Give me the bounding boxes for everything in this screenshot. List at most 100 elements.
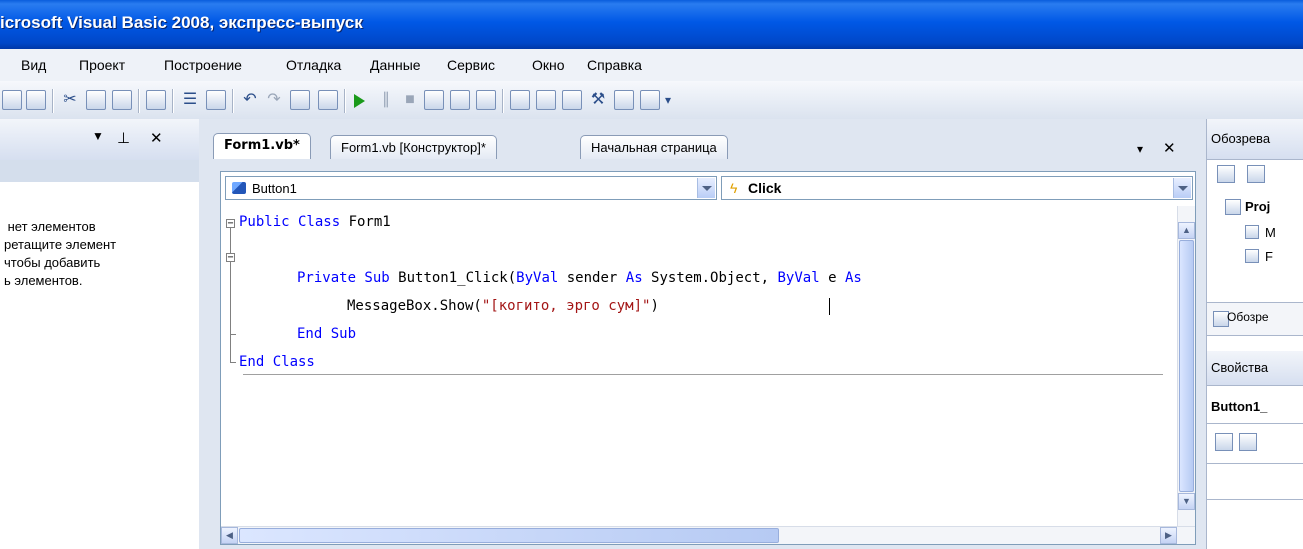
scroll-left-button[interactable]: ◀ <box>221 527 238 544</box>
menu-help[interactable]: Справка <box>587 57 642 73</box>
navigation-bar: Button1 ϟ Click <box>221 172 1195 206</box>
horizontal-scrollbar[interactable]: ◀ ▶ <box>221 526 1195 544</box>
scroll-up-button[interactable]: ▲ <box>1178 222 1195 239</box>
text-caret <box>829 298 830 315</box>
project-node[interactable]: Proj <box>1245 199 1270 214</box>
toolbar-separator <box>232 89 234 113</box>
toolbox-header: ▼ ⊥ ✕ <box>0 119 199 161</box>
my-project-icon <box>1245 225 1259 239</box>
toolbox-panel: ▼ ⊥ ✕ нет элементов ретащите элемент что… <box>0 119 199 549</box>
divider <box>1207 423 1303 424</box>
properties-title: Свойства <box>1211 360 1269 375</box>
step-into-icon[interactable] <box>424 90 444 110</box>
toolbar-separator <box>138 89 140 113</box>
outline-line <box>230 228 231 253</box>
menu-window[interactable]: Окно <box>532 57 565 73</box>
undo-icon[interactable]: ↶ <box>240 90 260 110</box>
horizontal-scroll-thumb[interactable] <box>239 528 779 543</box>
outline-line <box>230 262 231 362</box>
properties-object-selector[interactable]: Button1_ <box>1211 399 1267 414</box>
solution-explorer-title: Обозрева <box>1211 131 1271 146</box>
tree-item-my-project[interactable]: M <box>1265 225 1276 240</box>
outline-end-class <box>230 362 236 363</box>
alphabetical-icon[interactable] <box>1239 433 1257 451</box>
object-browser-icon[interactable] <box>562 90 582 110</box>
document-list-dropdown-icon[interactable]: ▾ <box>1137 142 1143 156</box>
scroll-right-button[interactable]: ▶ <box>1160 527 1177 544</box>
cut-icon[interactable]: ✂ <box>60 90 80 110</box>
vertical-scrollbar[interactable]: ▲ ▼ <box>1177 206 1195 528</box>
toolbar-overflow-icon[interactable]: ▾ <box>662 90 674 110</box>
menu-data[interactable]: Данные <box>370 57 421 73</box>
outline-end-sub <box>230 334 236 335</box>
vertical-scroll-thumb[interactable] <box>1179 240 1194 492</box>
method-name-combo[interactable]: ϟ Click <box>721 176 1193 200</box>
comment-icon[interactable]: ☰ <box>180 90 200 110</box>
class-name-value: Button1 <box>252 181 297 196</box>
event-icon: ϟ <box>730 180 738 196</box>
show-all-files-icon[interactable] <box>1217 165 1235 183</box>
toolbar-separator <box>172 89 174 113</box>
save-icon[interactable] <box>2 90 22 110</box>
pause-icon[interactable]: ∥ <box>376 90 396 110</box>
tab-start-page[interactable]: Начальная страница <box>580 135 728 159</box>
collapse-class-icon[interactable]: − <box>226 219 235 229</box>
method-name-value: Click <box>748 180 782 196</box>
scroll-down-button[interactable]: ▼ <box>1178 493 1195 510</box>
chevron-down-icon[interactable] <box>697 178 715 198</box>
tab-form1-designer[interactable]: Form1.vb [Конструктор]* <box>330 135 497 159</box>
solution-explorer-icon[interactable] <box>510 90 530 110</box>
chevron-down-icon[interactable]: ▼ <box>92 129 104 143</box>
stop-icon[interactable]: ■ <box>400 90 420 110</box>
menu-debug[interactable]: Отладка <box>286 57 341 73</box>
procedure-separator <box>243 374 1163 375</box>
toolbar-separator <box>52 89 54 113</box>
navigate-icon[interactable] <box>290 90 310 110</box>
code-line-6: End Class <box>239 354 315 370</box>
title-bar[interactable]: icrosoft Visual Basic 2008, экспресс-вып… <box>0 0 1303 49</box>
solution-explorer-tab[interactable]: Обозре <box>1207 302 1303 336</box>
toolbox-icon[interactable]: ⚒ <box>588 90 608 110</box>
navigate-forward-icon[interactable] <box>318 90 338 110</box>
collapse-sub-icon[interactable]: − <box>226 253 235 263</box>
solution-explorer-header: Обозрева <box>1207 119 1303 160</box>
paste-icon[interactable] <box>112 90 132 110</box>
menu-project[interactable]: Проект <box>79 57 125 73</box>
save-all-icon[interactable] <box>26 90 46 110</box>
window-title: icrosoft Visual Basic 2008, экспресс-вып… <box>0 13 363 32</box>
tab-form1-code[interactable]: Form1.vb* <box>213 133 311 159</box>
code-line-5: End Sub <box>297 326 357 342</box>
class-icon <box>232 182 246 194</box>
properties-header: Свойства <box>1207 351 1303 386</box>
project-icon <box>1225 199 1241 215</box>
refresh-icon[interactable] <box>1247 165 1265 183</box>
error-list-icon[interactable] <box>614 90 634 110</box>
standard-toolbar: ✂ ☰ ↶ ↷ ∥ ■ ⚒ ▾ <box>0 81 1303 120</box>
properties-icon[interactable] <box>536 90 556 110</box>
immediate-window-icon[interactable] <box>640 90 660 110</box>
categorized-icon[interactable] <box>1215 433 1233 451</box>
uncomment-icon[interactable] <box>206 90 226 110</box>
step-over-icon[interactable] <box>450 90 470 110</box>
code-line-3: Private Sub Button1_Click(ByVal sender A… <box>297 270 862 286</box>
tree-item-form1[interactable]: F <box>1265 249 1273 264</box>
divider <box>1207 463 1303 464</box>
pin-icon[interactable]: ⊥ <box>117 129 130 147</box>
document-close-icon[interactable]: ✕ <box>1163 139 1176 157</box>
menu-view[interactable]: Вид <box>21 57 46 73</box>
code-editor[interactable]: Button1 ϟ Click − − Public Class Form1 P… <box>220 171 1196 545</box>
start-debugging-icon[interactable] <box>354 94 365 108</box>
toolbar-separator <box>502 89 504 113</box>
chevron-down-icon[interactable] <box>1173 178 1191 198</box>
solution-explorer-tab-label: Обозре <box>1227 310 1269 324</box>
find-icon[interactable] <box>146 90 166 110</box>
copy-icon[interactable] <box>86 90 106 110</box>
redo-icon[interactable]: ↷ <box>264 90 284 110</box>
code-area[interactable]: − − Public Class Form1 Private Sub Butto… <box>221 206 1169 520</box>
class-name-combo[interactable]: Button1 <box>225 176 717 200</box>
menu-tools[interactable]: Сервис <box>447 57 495 73</box>
toolbox-group-header[interactable] <box>0 160 199 182</box>
menu-build[interactable]: Построение <box>164 57 242 73</box>
close-icon[interactable]: ✕ <box>150 129 163 147</box>
step-out-icon[interactable] <box>476 90 496 110</box>
